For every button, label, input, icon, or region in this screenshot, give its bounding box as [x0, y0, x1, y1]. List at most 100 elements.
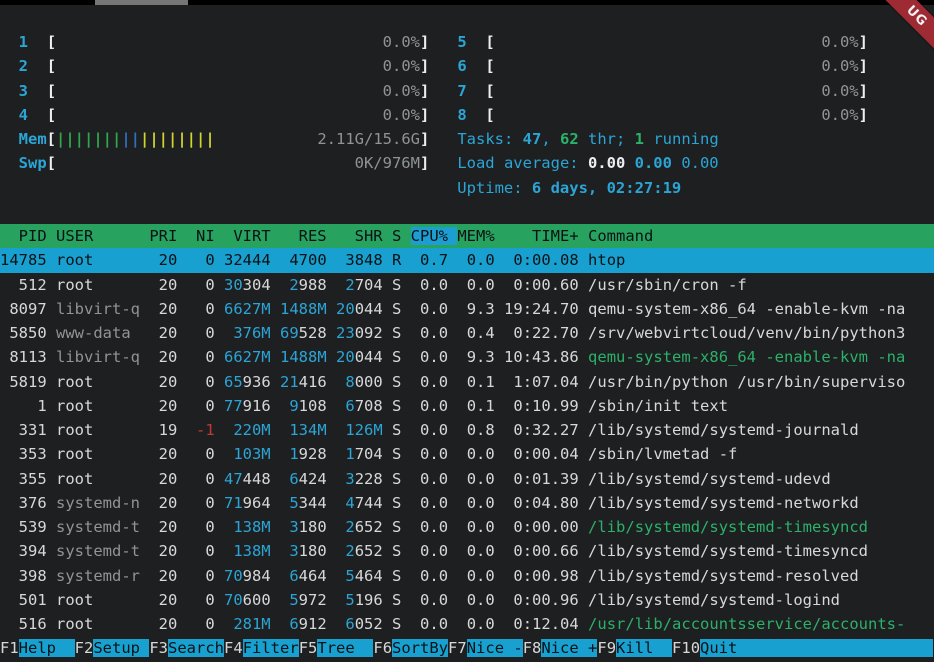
meter-open-bracket: [: [47, 130, 56, 148]
mem-meter-label: Mem: [19, 130, 47, 148]
process-row-512[interactable]: 512 root 20 0 30304 2988 2704 S 0.0 0.0 …: [0, 273, 934, 297]
fn-label-sortby[interactable]: SortBy: [392, 639, 448, 657]
fn-key-f8[interactable]: F8: [523, 639, 542, 657]
process-row-5850[interactable]: 5850 www-data 20 0 376M 69528 23092 S 0.…: [0, 321, 934, 345]
column-header-cpu-sorted[interactable]: CPU%: [411, 227, 458, 245]
load-5min: 0.00: [635, 154, 672, 172]
text: [429, 33, 457, 51]
cell-shr: 744: [355, 494, 383, 512]
cell-virt: 71: [224, 494, 243, 512]
cell-pid: 394: [0, 542, 56, 560]
process-row-8113[interactable]: 8113 libvirt-q 20 0 6627M 1488M 20044 S …: [0, 345, 934, 369]
text: [383, 397, 392, 415]
fn-label-setup[interactable]: Setup: [93, 639, 149, 657]
cell-state: S: [392, 300, 411, 318]
process-row-353[interactable]: 353 root 20 0 103M 1928 1704 S 0.0 0.0 0…: [0, 442, 934, 466]
process-row-331[interactable]: 331 root 19 -1 220M 134M 126M S 0.0 0.8 …: [0, 418, 934, 442]
column-header-command[interactable]: Command: [588, 227, 933, 245]
column-header-pri[interactable]: PRI: [149, 227, 186, 245]
column-header-virt[interactable]: VIRT: [224, 227, 280, 245]
column-header-time[interactable]: TIME+: [504, 227, 588, 245]
fn-key-f5[interactable]: F5: [299, 639, 318, 657]
cell-mem: 0.0: [457, 276, 504, 294]
fn-key-f1[interactable]: F1: [0, 639, 19, 657]
process-row-376[interactable]: 376 systemd-n 20 0 71964 5344 4744 S 0.0…: [0, 491, 934, 515]
cell-command: htop: [588, 251, 933, 269]
fn-key-f7[interactable]: F7: [448, 639, 467, 657]
fn-key-f4[interactable]: F4: [224, 639, 243, 657]
column-header-ni[interactable]: NI: [187, 227, 224, 245]
process-row-539[interactable]: 539 systemd-t 20 0 138M 3180 2652 S 0.0 …: [0, 515, 934, 539]
cell-virt: 448: [243, 470, 271, 488]
cell-state: S: [392, 445, 411, 463]
cell-cpu: 0.0: [411, 615, 458, 633]
cell-command: /sbin/lvmetad -f: [588, 445, 933, 463]
fn-key-f2[interactable]: F2: [75, 639, 94, 657]
cell-cpu: 0.0: [411, 445, 458, 463]
cell-command: /sbin/init text: [588, 397, 933, 415]
column-header-state[interactable]: S: [392, 227, 411, 245]
cell-mem: 0.0: [457, 615, 504, 633]
cell-res: 6: [280, 615, 299, 633]
process-row-1[interactable]: 1 root 20 0 77916 9108 6708 S 0.0 0.1 0:…: [0, 394, 934, 418]
fn-key-f6[interactable]: F6: [373, 639, 392, 657]
process-row-516[interactable]: 516 root 20 0 281M 6912 6052 S 0.0 0.0 0…: [0, 612, 934, 636]
cell-pid: 398: [0, 567, 56, 585]
process-row-501[interactable]: 501 root 20 0 70600 5972 5196 S 0.0 0.0 …: [0, 588, 934, 612]
blank-row: [0, 200, 934, 224]
cell-pid: 5819: [0, 373, 56, 391]
fn-label-filter[interactable]: Filter: [243, 639, 299, 657]
cell-pri: 20: [149, 324, 186, 342]
cell-shr: 2: [336, 276, 355, 294]
text: [495, 82, 822, 100]
column-header-pid[interactable]: PID: [0, 227, 56, 245]
cell-res: 424: [299, 470, 327, 488]
process-row-394[interactable]: 394 systemd-t 20 0 138M 3180 2652 S 0.0 …: [0, 539, 934, 563]
fn-label-search[interactable]: Search: [168, 639, 224, 657]
cell-state: R: [392, 251, 411, 269]
text: [56, 154, 355, 172]
fn-label-tree[interactable]: Tree: [317, 639, 373, 657]
column-header-shr[interactable]: SHR: [336, 227, 392, 245]
fn-key-f10[interactable]: F10: [672, 639, 700, 657]
text: [383, 324, 392, 342]
cell-cpu: 0.0: [411, 494, 458, 512]
cell-shr: 652: [355, 542, 383, 560]
fn-key-f9[interactable]: F9: [597, 639, 616, 657]
column-header-res[interactable]: RES: [280, 227, 336, 245]
cell-state: S: [392, 542, 411, 560]
fn-key-f3[interactable]: F3: [149, 639, 168, 657]
text: [429, 130, 457, 148]
process-row-5819[interactable]: 5819 root 20 0 65936 21416 8000 S 0.0 0.…: [0, 370, 934, 394]
cell-pri: 20: [149, 470, 186, 488]
process-row-8097[interactable]: 8097 libvirt-q 20 0 6627M 1488M 20044 S …: [0, 297, 934, 321]
cell-shr: 1: [336, 445, 355, 463]
process-row-398[interactable]: 398 systemd-r 20 0 70984 6464 5464 S 0.0…: [0, 564, 934, 588]
fn-label-kill[interactable]: Kill: [616, 639, 672, 657]
cell-ni: 0: [187, 567, 224, 585]
column-header-user[interactable]: USER: [56, 227, 149, 245]
process-row-355[interactable]: 355 root 20 0 47448 6424 3228 S 0.0 0.0 …: [0, 467, 934, 491]
meter-open-bracket: [: [485, 33, 494, 51]
text: [327, 421, 336, 439]
text: [383, 300, 392, 318]
fn-label-quit[interactable]: Quit: [700, 639, 933, 657]
cell-time: 0:00.60: [504, 276, 588, 294]
uptime-row: Uptime: 6 days, 02:27:19: [0, 176, 934, 200]
cell-ni: -1: [187, 421, 224, 439]
cell-res: 528: [299, 324, 327, 342]
column-header-mem[interactable]: MEM%: [457, 227, 504, 245]
text: [28, 106, 47, 124]
cell-shr: 044: [355, 348, 383, 366]
fn-label-nice-[interactable]: Nice +: [541, 639, 597, 657]
process-row-14785[interactable]: 14785 root 20 0 32444 4700 3848 R 0.7 0.…: [0, 248, 934, 272]
text: [327, 373, 336, 391]
text: [271, 421, 280, 439]
cell-cpu: 0.0: [411, 397, 458, 415]
fn-label-nice-[interactable]: Nice -: [467, 639, 523, 657]
meter-open-bracket: [: [485, 82, 494, 100]
meter-open-bracket: [: [47, 33, 56, 51]
tasks-count: 47: [523, 130, 542, 148]
fn-label-help[interactable]: Help: [19, 639, 75, 657]
cell-user: root: [56, 397, 149, 415]
